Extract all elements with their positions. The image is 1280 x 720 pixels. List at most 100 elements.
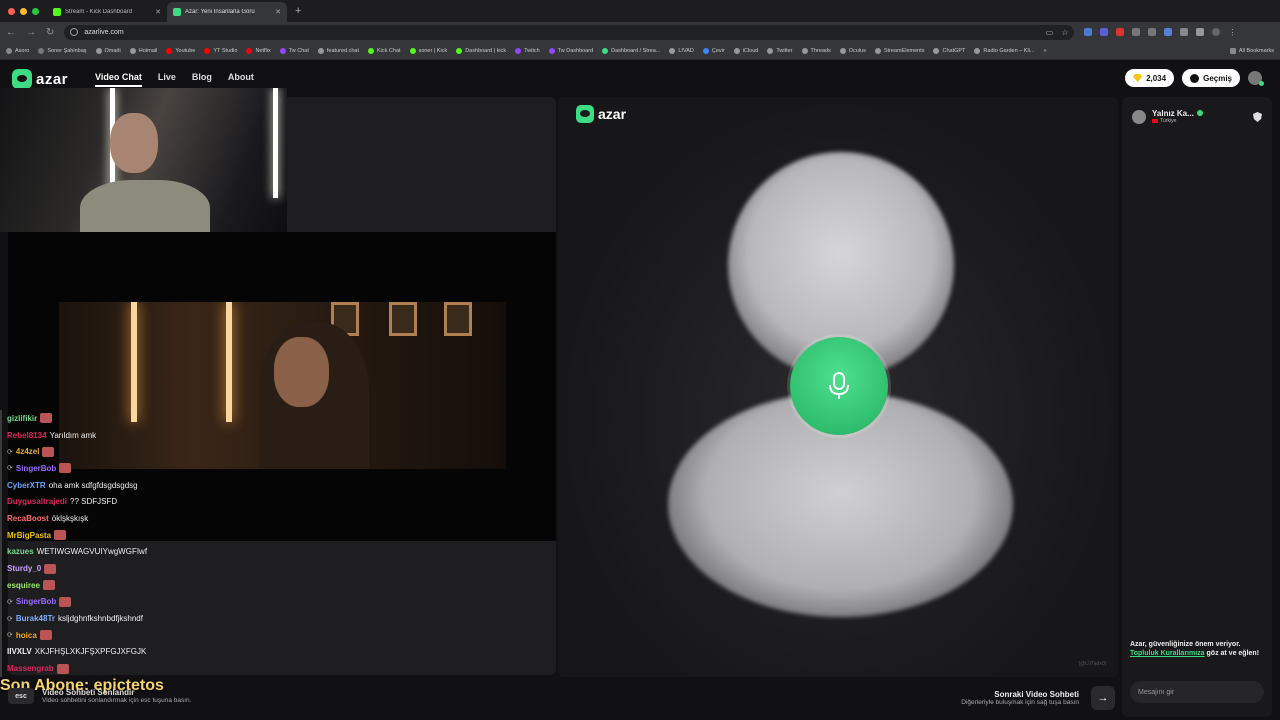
back-icon[interactable]: ← <box>6 27 16 38</box>
esc-key-button[interactable]: esc <box>8 688 34 704</box>
bookmark-favicon-icon <box>602 47 609 54</box>
clip-face <box>274 337 329 407</box>
maximize-window-button[interactable] <box>32 8 39 15</box>
bookmark-item[interactable]: YT Studio <box>204 47 237 54</box>
browser-tab[interactable]: Azar: Yeni İnsanlarla Görü ✕ <box>167 2 287 22</box>
chat-username[interactable]: esquiree <box>7 581 40 590</box>
site-info-icon[interactable] <box>70 28 79 36</box>
report-shield-icon[interactable] <box>1253 112 1262 122</box>
browser-tab[interactable]: Stream - Kick Dashboard ✕ <box>47 2 167 22</box>
history-button[interactable]: Geçmiş <box>1182 69 1240 87</box>
extension-icon[interactable] <box>1132 28 1141 36</box>
bookmark-item[interactable]: Oculus <box>839 47 866 54</box>
azar-logo[interactable]: azar <box>12 69 68 89</box>
bookmark-item[interactable]: ChatGPT <box>933 47 965 54</box>
extension-icon[interactable] <box>1116 28 1125 36</box>
chat-username[interactable]: kazues <box>7 547 34 556</box>
menu-dots-icon[interactable]: ⋮ <box>1228 28 1236 37</box>
chat-username[interactable]: MrBigPasta <box>7 531 51 540</box>
main-nav: Video Chat Live Blog About <box>95 72 254 87</box>
bookmark-favicon-icon <box>669 47 676 54</box>
chat-username[interactable]: Burak48Tr <box>16 614 55 623</box>
partner-info[interactable]: Yalnız Ka... Türkiye <box>1132 109 1203 124</box>
nav-about[interactable]: About <box>228 72 254 87</box>
bookmark-item[interactable]: LIVAD <box>669 47 694 54</box>
reload-icon[interactable]: ↻ <box>46 27 54 38</box>
user-avatar[interactable] <box>1248 71 1264 86</box>
bookmark-item[interactable]: Youtube <box>166 47 195 54</box>
bookmark-item[interactable]: Radio Garden – Kli... <box>974 47 1034 54</box>
close-tab-icon[interactable]: ✕ <box>275 8 281 16</box>
azar-video-logo: azar <box>576 105 626 123</box>
extension-icon[interactable] <box>1164 28 1173 36</box>
bookmark-item[interactable]: Tw Dashboard <box>548 47 593 54</box>
chat-username[interactable]: hoica <box>16 631 37 640</box>
chat-username[interactable]: gizlifikir <box>7 414 37 423</box>
bookmark-label: LIVAD <box>678 47 694 54</box>
bookmark-item[interactable]: Omadi <box>95 47 121 54</box>
webcam-light <box>273 88 278 198</box>
all-bookmarks-button[interactable]: All Bookmarks <box>1229 47 1274 54</box>
extension-icon[interactable] <box>1100 28 1109 36</box>
browser-tab-bar: Stream - Kick Dashboard ✕ Azar: Yeni İnsan… <box>0 0 1280 22</box>
next-chat-button[interactable]: → <box>1091 686 1115 710</box>
extension-icon[interactable] <box>1180 28 1189 36</box>
cast-icon[interactable]: ▭ <box>1046 28 1054 37</box>
extension-icon[interactable] <box>1084 28 1093 36</box>
puzzle-icon[interactable] <box>1196 28 1205 36</box>
bookmark-item[interactable]: Dashboard | kick <box>456 47 506 54</box>
bookmark-label: Dashboard / Strea... <box>611 47 661 54</box>
message-input[interactable]: Mesajını gir <box>1130 681 1264 703</box>
bookmark-label: Oculus <box>848 47 866 54</box>
chat-username[interactable]: CyberXTR <box>7 481 46 490</box>
community-guidelines-link[interactable]: Topluluk Kurallarımıza <box>1130 650 1205 657</box>
address-bar[interactable]: azarlive.com ▭ ☆ <box>64 24 1075 40</box>
chat-username[interactable]: 4z4zel <box>16 447 40 456</box>
bookmark-item[interactable]: soner | Kick <box>409 47 447 54</box>
bookmark-item[interactable]: Twitch <box>515 47 540 54</box>
streamer-webcam <box>0 88 287 232</box>
azar-logo-icon <box>576 105 594 123</box>
chat-username[interactable]: SingerBob <box>16 597 56 606</box>
bookmark-item[interactable]: Tw Chat <box>279 47 309 54</box>
bookmark-item[interactable]: Çevir <box>702 47 725 54</box>
next-chat-hint: Sonraki Video Sohbeti Diğerleriyle buluş… <box>940 686 1115 710</box>
chat-username[interactable]: RecaBoost <box>7 514 49 523</box>
gems-button[interactable]: 2,034 <box>1125 69 1175 87</box>
close-tab-icon[interactable]: ✕ <box>155 8 161 16</box>
chat-username[interactable]: Massengrab <box>7 664 54 673</box>
extension-icon[interactable] <box>1148 28 1157 36</box>
bookmark-item[interactable]: Soner Şahinbaş <box>38 47 87 54</box>
bookmark-item[interactable]: featured.chat <box>317 47 359 54</box>
bookmark-item[interactable]: Dashboard / Strea... <box>602 47 661 54</box>
bookmark-item[interactable]: StreamElements <box>874 47 924 54</box>
chat-username[interactable]: IIVXLV <box>7 647 32 656</box>
lamp <box>131 302 137 422</box>
chat-username[interactable]: Rebel8134 <box>7 431 47 440</box>
microphone-button[interactable] <box>790 337 888 435</box>
bookmark-item[interactable]: Twitter <box>767 47 793 54</box>
nav-blog[interactable]: Blog <box>192 72 212 87</box>
more-bookmarks-button[interactable]: » <box>1043 48 1046 54</box>
bookmark-star-icon[interactable]: ☆ <box>1061 28 1068 37</box>
minimize-window-button[interactable] <box>20 8 27 15</box>
profile-avatar[interactable] <box>1212 28 1221 36</box>
nav-video-chat[interactable]: Video Chat <box>95 72 142 87</box>
chat-message: ⟳ 4z4zel <box>0 443 300 461</box>
bookmark-item[interactable]: Asoro <box>6 47 29 54</box>
partner-country: Türkiye <box>1160 118 1177 124</box>
chat-username[interactable]: Duygusaltrajedi <box>7 497 67 506</box>
bookmark-item[interactable]: iCloud <box>733 47 758 54</box>
bookmark-favicon-icon <box>6 47 12 54</box>
bookmark-item[interactable]: Netflix <box>246 47 271 54</box>
bookmark-item[interactable]: Hotmail <box>129 47 157 54</box>
nav-live[interactable]: Live <box>158 72 176 87</box>
new-tab-button[interactable]: + <box>295 5 301 17</box>
close-window-button[interactable] <box>8 8 15 15</box>
bookmark-item[interactable]: Threads <box>801 47 831 54</box>
chat-username[interactable]: Sturdy_0 <box>7 564 41 573</box>
bookmark-item[interactable]: Kick Chat <box>368 47 401 54</box>
chat-message: ⟳ hoica <box>0 626 300 644</box>
chat-username[interactable]: SingerBob <box>16 464 56 473</box>
forward-icon[interactable]: → <box>26 27 36 38</box>
